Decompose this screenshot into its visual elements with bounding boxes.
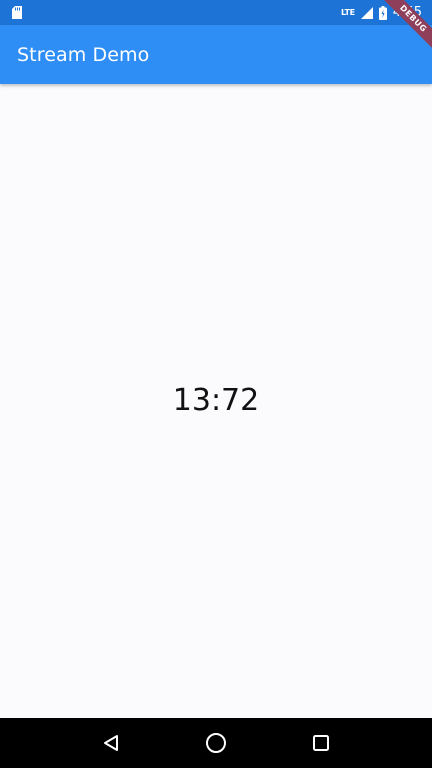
app-bar: Stream Demo xyxy=(0,25,432,84)
lte-icon: LTE xyxy=(341,7,355,17)
stream-counter-text: 13:72 xyxy=(172,383,260,418)
recents-button[interactable] xyxy=(301,723,341,763)
battery-icon xyxy=(378,5,387,20)
recents-icon xyxy=(313,735,330,751)
main-content: 13:72 xyxy=(0,86,432,718)
back-icon xyxy=(103,735,118,751)
page-title: Stream Demo xyxy=(17,43,150,66)
home-button[interactable] xyxy=(196,723,236,763)
home-icon xyxy=(205,733,226,753)
status-time: 4:55 xyxy=(392,5,422,20)
back-button[interactable] xyxy=(91,723,131,763)
status-bar: LTE 4:55 xyxy=(0,0,432,25)
signal-icon xyxy=(360,6,373,19)
navigation-bar xyxy=(0,718,432,768)
sd-card-icon xyxy=(12,6,22,19)
